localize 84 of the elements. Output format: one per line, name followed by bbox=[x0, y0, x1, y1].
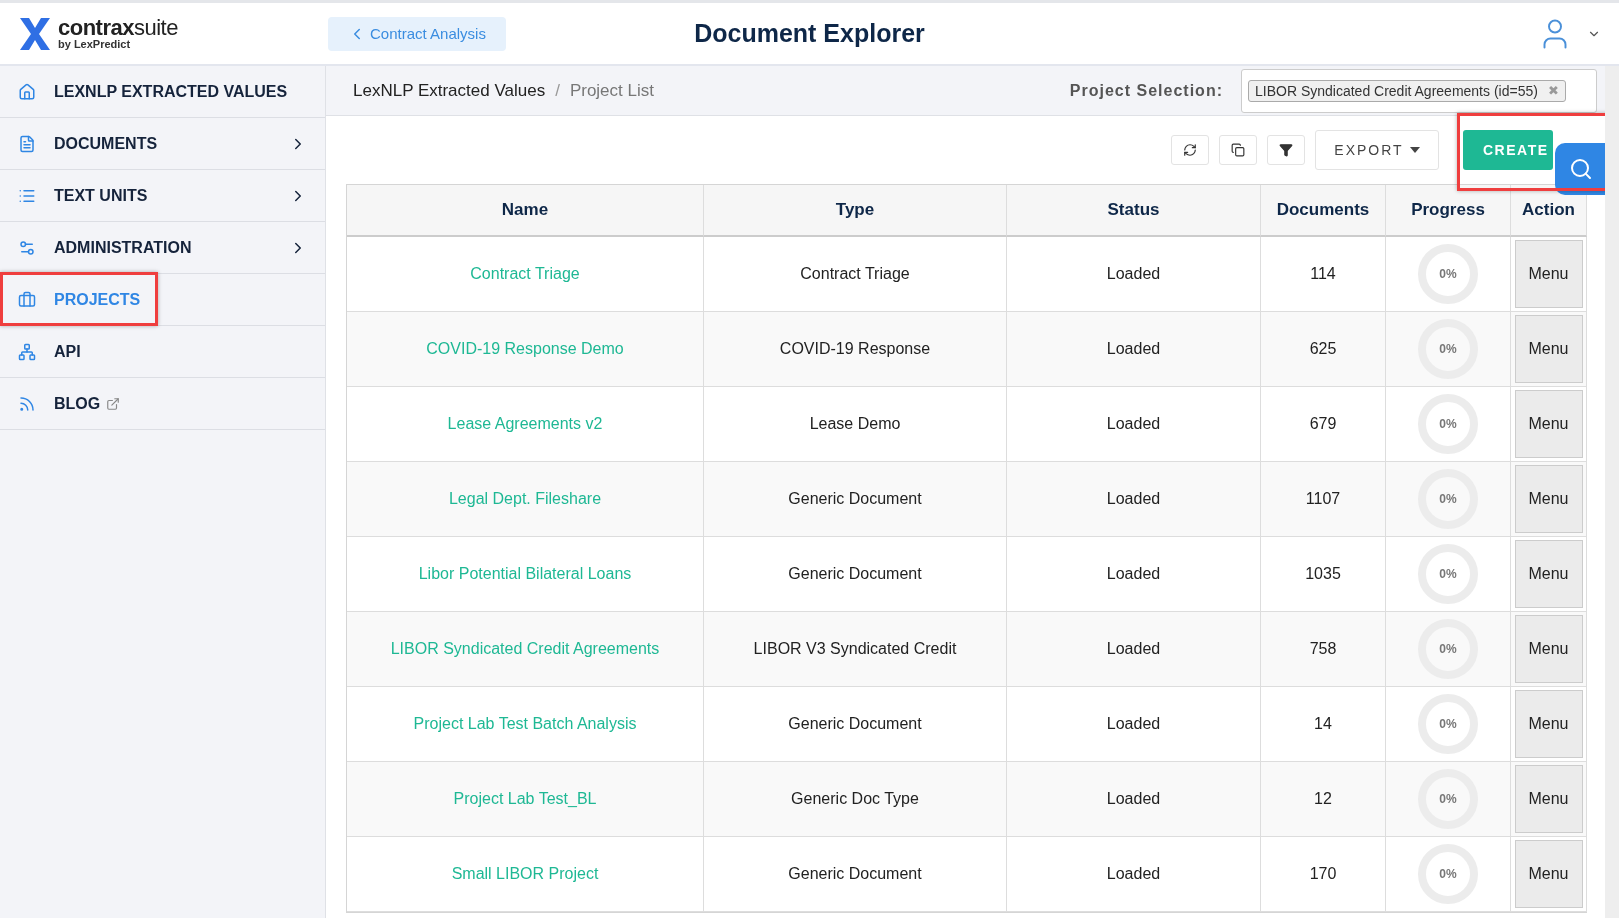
table-cell: Generic Document bbox=[704, 687, 1007, 762]
menu-button[interactable]: Menu bbox=[1514, 240, 1583, 308]
column-header: Progress bbox=[1386, 185, 1511, 237]
progress-text: 0% bbox=[1439, 492, 1457, 506]
menu-button[interactable]: Menu bbox=[1514, 840, 1583, 908]
column-header: Type bbox=[704, 185, 1007, 237]
project-selection-label: Project Selection: bbox=[1069, 81, 1223, 100]
sidebar-item[interactable]: ADMINISTRATION bbox=[0, 222, 325, 274]
sidebar-item[interactable]: API bbox=[0, 326, 325, 378]
progress-text: 0% bbox=[1439, 792, 1457, 806]
table-cell: Contract Triage bbox=[704, 237, 1007, 312]
page-title: Document Explorer bbox=[694, 19, 925, 48]
scrollbar[interactable] bbox=[1605, 66, 1619, 918]
logo-text: contraxsuite bbox=[58, 17, 178, 39]
progress-text: 0% bbox=[1439, 867, 1457, 881]
progress-text: 0% bbox=[1439, 717, 1457, 731]
filter-icon bbox=[1279, 143, 1293, 157]
logo-icon bbox=[18, 15, 52, 52]
table-cell: Loaded bbox=[1007, 237, 1261, 312]
menu-button[interactable]: Menu bbox=[1514, 465, 1583, 533]
breadcrumb-item: Project List bbox=[569, 80, 654, 101]
table-cell: Loaded bbox=[1007, 687, 1261, 762]
refresh-button[interactable] bbox=[1171, 135, 1209, 165]
sitemap-icon bbox=[18, 342, 36, 361]
search-icon bbox=[1569, 157, 1593, 181]
sidebar-item[interactable]: LEXNLP EXTRACTED VALUES bbox=[0, 66, 325, 118]
table-cell: Loaded bbox=[1007, 837, 1261, 912]
menu-button[interactable]: Menu bbox=[1514, 540, 1583, 608]
progress-text: 0% bbox=[1439, 567, 1457, 581]
table-cell: 14 bbox=[1261, 687, 1386, 762]
table-cell: Loaded bbox=[1007, 762, 1261, 837]
menu-button[interactable]: Menu bbox=[1514, 690, 1583, 758]
filter-button[interactable] bbox=[1267, 135, 1305, 165]
sidebar-item[interactable]: DOCUMENTS bbox=[0, 118, 325, 170]
table-cell: Generic Document bbox=[704, 537, 1007, 612]
external-link-icon bbox=[106, 396, 121, 411]
breadcrumb-separator: / bbox=[555, 80, 560, 101]
table-cell: COVID-19 Response bbox=[704, 312, 1007, 387]
rss-icon bbox=[18, 394, 36, 413]
table-cell: 758 bbox=[1261, 612, 1386, 687]
menu-button[interactable]: Menu bbox=[1514, 765, 1583, 833]
column-header: Action bbox=[1511, 185, 1587, 237]
table-cell: Loaded bbox=[1007, 612, 1261, 687]
table-cell: Loaded bbox=[1007, 387, 1261, 462]
caret-icon bbox=[1409, 147, 1420, 153]
menu-button[interactable]: Menu bbox=[1514, 390, 1583, 458]
export-button[interactable]: EXPORT bbox=[1315, 130, 1439, 170]
menu-button[interactable]: Menu bbox=[1514, 615, 1583, 683]
document-icon bbox=[18, 134, 36, 153]
sidebar-item[interactable]: TEXT UNITS bbox=[0, 170, 325, 222]
sidebar-item[interactable]: BLOG bbox=[0, 378, 325, 430]
progress-text: 0% bbox=[1439, 267, 1457, 281]
table-cell: Generic Doc Type bbox=[704, 762, 1007, 837]
search-button[interactable] bbox=[1555, 143, 1607, 195]
breadcrumb-item[interactable]: LexNLP Extracted Values bbox=[353, 80, 546, 101]
table-cell: Lease Demo bbox=[704, 387, 1007, 462]
table-cell: 1107 bbox=[1261, 462, 1386, 537]
project-tag: LIBOR Syndicated Credit Agreements (id=55) ✖ bbox=[1248, 79, 1566, 102]
table-cell: 1035 bbox=[1261, 537, 1386, 612]
table-cell: Loaded bbox=[1007, 537, 1261, 612]
column-header: Name bbox=[347, 185, 704, 237]
table-cell: Loaded bbox=[1007, 462, 1261, 537]
column-header: Status bbox=[1007, 185, 1261, 237]
progress-text: 0% bbox=[1439, 342, 1457, 356]
copy-button[interactable] bbox=[1219, 135, 1257, 165]
column-header: Documents bbox=[1261, 185, 1386, 237]
table-cell: 170 bbox=[1261, 837, 1386, 912]
project-select-field[interactable]: LIBOR Syndicated Credit Agreements (id=55) ✖ bbox=[1241, 68, 1597, 113]
home-icon bbox=[18, 82, 36, 101]
table-cell: LIBOR V3 Syndicated Credit bbox=[704, 612, 1007, 687]
table-cell: 114 bbox=[1261, 237, 1386, 312]
progress-text: 0% bbox=[1439, 642, 1457, 656]
table-cell: Generic Document bbox=[704, 462, 1007, 537]
menu-button[interactable]: Menu bbox=[1514, 315, 1583, 383]
table-cell: 625 bbox=[1261, 312, 1386, 387]
copy-icon bbox=[1231, 143, 1245, 157]
progress-text: 0% bbox=[1439, 417, 1457, 431]
briefcase-icon bbox=[18, 290, 36, 309]
table-cell: 679 bbox=[1261, 387, 1386, 462]
table-cell: 12 bbox=[1261, 762, 1386, 837]
refresh-icon bbox=[1183, 143, 1197, 157]
table-cell: Generic Document bbox=[704, 837, 1007, 912]
logo-byline: by LexPredict bbox=[58, 39, 132, 50]
table-cell: Loaded bbox=[1007, 312, 1261, 387]
